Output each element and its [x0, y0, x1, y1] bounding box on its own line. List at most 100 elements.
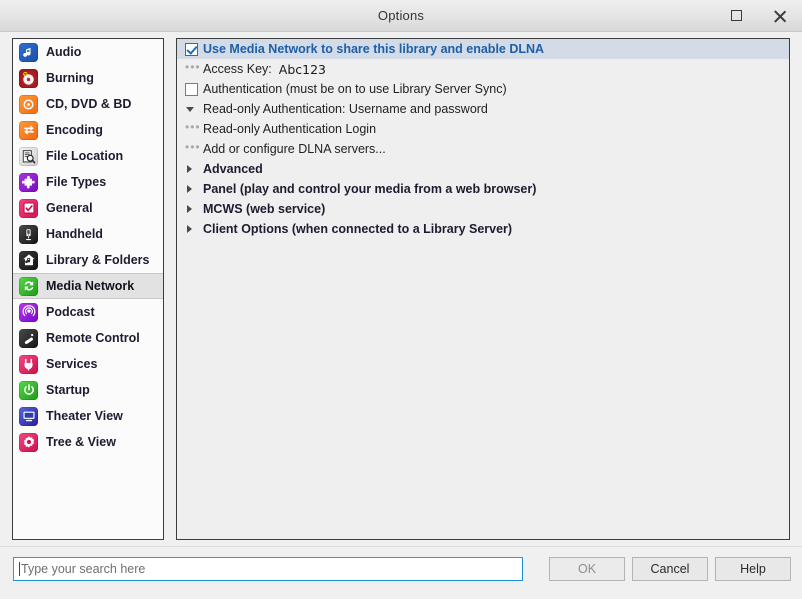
- sidebar-item-file-types[interactable]: File Types: [13, 169, 163, 195]
- options-panel: Use Media Network to share this library …: [176, 38, 790, 540]
- help-button[interactable]: Help: [715, 557, 791, 581]
- option-row[interactable]: MCWS (web service): [177, 199, 789, 219]
- ellipsis-icon: •••: [185, 120, 201, 134]
- maximize-button[interactable]: [714, 0, 758, 31]
- sidebar-item-burning[interactable]: Burning: [13, 65, 163, 91]
- option-row-label: Read-only Authentication: Username and p…: [203, 102, 488, 116]
- file-search-icon: [19, 146, 38, 166]
- sidebar-item-file-location[interactable]: File Location: [13, 143, 163, 169]
- close-button[interactable]: [758, 0, 802, 31]
- chevron-right-icon: [187, 225, 192, 233]
- search-placeholder: Type your search here: [21, 562, 146, 576]
- title-bar: Options: [0, 0, 802, 32]
- option-row[interactable]: Panel (play and control your media from …: [177, 179, 789, 199]
- sidebar-item-label: Library & Folders: [46, 253, 150, 267]
- handheld-device-icon: [19, 224, 38, 244]
- search-input[interactable]: Type your search here: [13, 557, 523, 581]
- media-network-icon: [19, 276, 38, 296]
- checkbox-checked-icon: [185, 42, 198, 56]
- sidebar-item-encoding[interactable]: Encoding: [13, 117, 163, 143]
- sidebar-item-handheld[interactable]: Handheld: [13, 221, 163, 247]
- sidebar-item-label: Handheld: [46, 227, 103, 241]
- sidebar-item-label: Services: [46, 357, 98, 371]
- sidebar-item-podcast[interactable]: Podcast: [13, 299, 163, 325]
- square-icon: [730, 10, 742, 21]
- sidebar-item-label: Theater View: [46, 409, 123, 423]
- sidebar-item-label: General: [46, 201, 93, 215]
- option-row[interactable]: Read-only Authentication: Username and p…: [177, 99, 789, 119]
- sidebar-item-label: Tree & View: [46, 435, 116, 449]
- text-caret: [19, 562, 20, 576]
- encoding-arrows-icon: [19, 120, 38, 140]
- sidebar-item-general[interactable]: General: [13, 195, 163, 221]
- sidebar-item-label: Remote Control: [46, 331, 140, 345]
- sidebar-item-startup[interactable]: Startup: [13, 377, 163, 403]
- sidebar-item-label: Startup: [46, 383, 90, 397]
- option-row-label: Client Options (when connected to a Libr…: [203, 222, 513, 236]
- ellipsis-icon: •••: [185, 60, 201, 74]
- option-row-label: Read-only Authentication Login: [203, 122, 377, 136]
- category-list[interactable]: Audio Burning CD, DVD & BD Encoding File Loc…: [12, 38, 164, 540]
- option-row-label: MCWS (web service): [203, 202, 326, 216]
- access-key-value: Abc123: [278, 61, 326, 77]
- monitor-icon: [19, 406, 38, 426]
- option-row-label: Use Media Network to share this library …: [203, 42, 545, 56]
- general-check-icon: [19, 198, 38, 218]
- power-icon: [19, 380, 38, 400]
- sidebar-item-label: File Location: [46, 149, 124, 163]
- sidebar-item-tree-view[interactable]: Tree & View: [13, 429, 163, 455]
- option-row-marker[interactable]: [185, 225, 203, 233]
- sidebar-item-media-network[interactable]: Media Network: [13, 273, 163, 299]
- sidebar-item-label: CD, DVD & BD: [46, 97, 132, 111]
- sidebar-item-cd-dvd-bd[interactable]: CD, DVD & BD: [13, 91, 163, 117]
- sidebar-item-label: Audio: [46, 45, 82, 59]
- optical-disc-icon: [19, 94, 38, 114]
- option-row-label: Access Key:: [203, 62, 272, 76]
- sidebar-item-label: Burning: [46, 71, 94, 85]
- option-row-label: Add or configure DLNA servers...: [203, 142, 386, 156]
- option-row[interactable]: ••• Access Key: Abc123: [177, 59, 789, 79]
- option-row[interactable]: Use Media Network to share this library …: [177, 39, 789, 59]
- podcast-icon: [19, 302, 38, 322]
- option-row[interactable]: Authentication (must be on to use Librar…: [177, 79, 789, 99]
- option-row[interactable]: ••• Add or configure DLNA servers...: [177, 139, 789, 159]
- option-row-marker[interactable]: [185, 185, 203, 193]
- audio-note-icon: [19, 42, 38, 62]
- option-row[interactable]: Advanced: [177, 159, 789, 179]
- option-row-marker: •••: [185, 140, 203, 155]
- sidebar-item-theater-view[interactable]: Theater View: [13, 403, 163, 429]
- chevron-right-icon: [187, 185, 192, 193]
- library-house-icon: [19, 250, 38, 270]
- gear-icon: [19, 432, 38, 452]
- window-title: Options: [377, 8, 425, 23]
- sidebar-item-audio[interactable]: Audio: [13, 39, 163, 65]
- sidebar-item-label: Podcast: [46, 305, 95, 319]
- option-row-marker[interactable]: [185, 165, 203, 173]
- option-row-marker[interactable]: [185, 82, 203, 96]
- cancel-button[interactable]: Cancel: [632, 557, 708, 581]
- ellipsis-icon: •••: [185, 140, 201, 154]
- puzzle-piece-icon: [19, 172, 38, 192]
- option-row-marker: •••: [185, 120, 203, 135]
- sidebar-item-remote-control[interactable]: Remote Control: [13, 325, 163, 351]
- option-row-label: Panel (play and control your media from …: [203, 182, 537, 196]
- option-row-marker[interactable]: [185, 42, 203, 56]
- sidebar-item-library-folders[interactable]: Library & Folders: [13, 247, 163, 273]
- ok-button[interactable]: OK: [549, 557, 625, 581]
- option-row[interactable]: ••• Read-only Authentication Login: [177, 119, 789, 139]
- option-row-marker[interactable]: [185, 205, 203, 213]
- chevron-right-icon: [187, 205, 192, 213]
- dialog-footer: Type your search here OK Cancel Help: [0, 546, 802, 599]
- chevron-right-icon: [187, 165, 192, 173]
- option-row-label: Authentication (must be on to use Librar…: [203, 82, 507, 96]
- sidebar-item-services[interactable]: Services: [13, 351, 163, 377]
- sidebar-item-label: File Types: [46, 175, 107, 189]
- window-controls: [714, 0, 802, 31]
- option-row[interactable]: Client Options (when connected to a Libr…: [177, 219, 789, 239]
- option-row-label: Advanced: [203, 162, 263, 176]
- burning-disc-icon: [19, 68, 38, 88]
- option-row-marker: •••: [185, 60, 203, 75]
- close-icon: [773, 9, 787, 23]
- sidebar-item-label: Encoding: [46, 123, 103, 137]
- option-row-marker[interactable]: [185, 106, 203, 112]
